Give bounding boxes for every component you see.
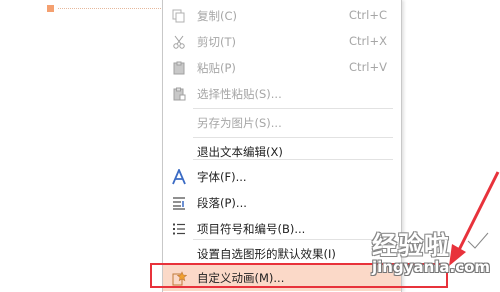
checkmark-icon [466,231,490,251]
watermark-text: 经验啦 [372,231,451,260]
watermark-url: jingyanla.com [372,258,491,276]
